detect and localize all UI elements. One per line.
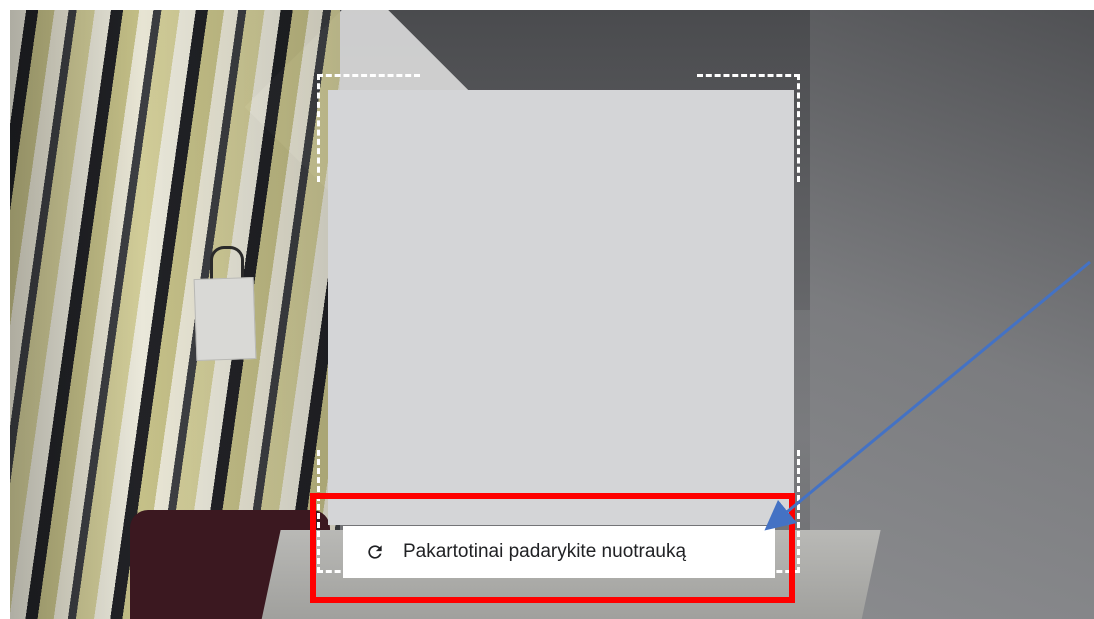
annotation-arrow	[764, 260, 1091, 531]
